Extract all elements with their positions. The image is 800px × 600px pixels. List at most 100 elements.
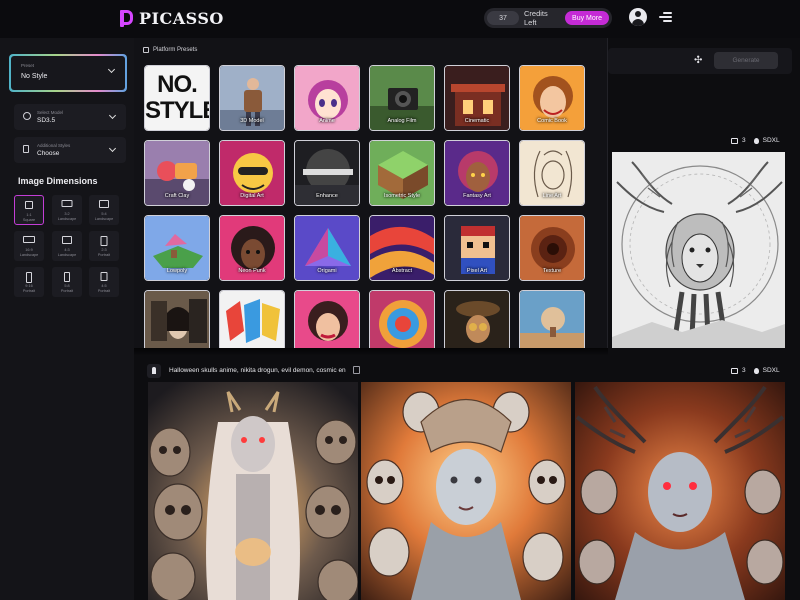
preset-label: Texture bbox=[542, 268, 562, 274]
dimension-name: Portrait bbox=[22, 289, 36, 293]
logo-mark-icon bbox=[120, 10, 134, 27]
dimension-name: Landscape bbox=[57, 217, 77, 221]
generated-image-2[interactable] bbox=[361, 382, 571, 600]
dimension-ratio: 4:3 bbox=[64, 248, 70, 252]
preset-label: 3D Model bbox=[240, 118, 264, 124]
dimension-ratio: 4:5 bbox=[101, 284, 107, 288]
aspect-ratio-icon bbox=[100, 236, 108, 246]
preset-caption: Preset bbox=[21, 63, 35, 68]
dimension-name: Portrait bbox=[97, 253, 111, 257]
aspect-ratio-icon bbox=[61, 200, 73, 207]
preset-label: Lowpoly bbox=[166, 268, 188, 274]
preset-tile-origami[interactable]: Origami bbox=[294, 215, 360, 281]
preset-tile-craft-clay[interactable]: Craft Clay bbox=[144, 140, 210, 206]
dimension-option-4[interactable]: 16:9 Landscape bbox=[14, 231, 44, 261]
styles-caption: Additional Styles bbox=[37, 143, 71, 148]
generate-bar: ✣ Generate bbox=[608, 48, 792, 74]
preset-tile-digital-art[interactable]: Digital Art bbox=[219, 140, 285, 206]
credits-pill: 37 Credits Left Buy More bbox=[484, 8, 612, 28]
model-value: SD3.5 bbox=[37, 117, 56, 124]
generated-image-1[interactable] bbox=[148, 382, 358, 600]
image-dimensions-title: Image Dimensions bbox=[18, 176, 98, 186]
preset-tile-texture[interactable]: Texture bbox=[519, 215, 585, 281]
preset-tile-3d-model[interactable]: 3D Model bbox=[219, 65, 285, 131]
dimension-ratio: 3:2 bbox=[64, 212, 70, 216]
preset-tile-pop-art[interactable] bbox=[294, 290, 360, 348]
preset-label: Abstract bbox=[391, 268, 413, 274]
preset-tile-analog-film[interactable]: Analog Film bbox=[369, 65, 435, 131]
preset-tile-comic-book[interactable]: Comic Book bbox=[519, 65, 585, 131]
aspect-ratio-icon bbox=[99, 200, 109, 208]
generated-image-3[interactable] bbox=[575, 382, 785, 600]
images-icon bbox=[731, 367, 738, 374]
top-bar: PICASSO 37 Credits Left Buy More bbox=[0, 0, 800, 38]
panel-shadow bbox=[134, 348, 608, 356]
dimension-name: Landscape bbox=[57, 253, 77, 257]
dimension-option-8[interactable]: 5:8 Portrait bbox=[52, 267, 82, 297]
preset-tile-kaleidoscope[interactable] bbox=[369, 290, 435, 348]
preset-label: Line Art bbox=[542, 193, 562, 199]
dimension-option-3[interactable]: 5:4 Landscape bbox=[89, 195, 119, 225]
chevron-down-icon bbox=[108, 144, 117, 153]
preset-label: Craft Clay bbox=[164, 193, 190, 199]
preset-label: Origami bbox=[317, 268, 337, 274]
preset-tile-neon-punk[interactable]: Neon Punk bbox=[219, 215, 285, 281]
preset-tile-isometric-style[interactable]: Isometric Style bbox=[369, 140, 435, 206]
credits-label: Credits Left bbox=[524, 9, 548, 27]
sparkle-icon[interactable]: ✣ bbox=[694, 56, 704, 66]
preset-tile-pixel-art[interactable]: Pixel Art bbox=[444, 215, 510, 281]
images-icon bbox=[731, 137, 738, 144]
preset-dropdown[interactable]: Preset No Style bbox=[9, 54, 127, 92]
dimension-name: Landscape bbox=[19, 253, 39, 257]
dimension-ratio: 1:1 bbox=[26, 213, 32, 217]
preset-tile-enhance[interactable]: Enhance bbox=[294, 140, 360, 206]
preset-tile-lowpoly[interactable]: Lowpoly bbox=[144, 215, 210, 281]
model-dropdown[interactable]: Select Model SD3.5 bbox=[14, 104, 126, 130]
preset-tile-surreal[interactable] bbox=[519, 290, 585, 348]
preset-tile-graffiti[interactable] bbox=[219, 290, 285, 348]
dimension-option-6[interactable]: 2:3 Portrait bbox=[89, 231, 119, 261]
app-name: PICASSO bbox=[139, 9, 224, 28]
preset-label: Isometric Style bbox=[383, 193, 421, 199]
dimension-ratio: 16:9 bbox=[25, 248, 33, 252]
preset-tile-cinematic[interactable]: Cinematic bbox=[444, 65, 510, 131]
generation-model-name: SDXL bbox=[762, 367, 780, 374]
preset-label: Fantasy Art bbox=[463, 193, 491, 199]
dimension-option-9[interactable]: 4:5 Portrait bbox=[89, 267, 119, 297]
model-icon bbox=[753, 367, 759, 374]
generate-button[interactable]: Generate bbox=[714, 52, 778, 69]
dimension-option-2[interactable]: 3:2 Landscape bbox=[52, 195, 82, 225]
user-avatar-icon[interactable] bbox=[629, 8, 647, 26]
preset-label: Enhance bbox=[316, 193, 338, 199]
hamburger-menu-icon[interactable] bbox=[659, 12, 672, 22]
buy-more-button[interactable]: Buy More bbox=[565, 11, 609, 25]
preset-tile-anime[interactable]: Anime bbox=[294, 65, 360, 131]
model-icon bbox=[23, 112, 31, 120]
dimension-name: Square bbox=[22, 218, 36, 222]
preset-tile-no-style[interactable]: NO. STYLE bbox=[144, 65, 210, 131]
aspect-ratio-icon bbox=[26, 272, 32, 283]
preset-tile-abstract[interactable]: Abstract bbox=[369, 215, 435, 281]
dimension-name: Portrait bbox=[97, 289, 111, 293]
chevron-down-icon bbox=[108, 111, 117, 120]
preset-tile-line-art[interactable]: Line Art bbox=[519, 140, 585, 206]
copy-icon[interactable] bbox=[353, 366, 360, 374]
lion-image-count: 3 bbox=[742, 137, 746, 144]
preset-tile-steampunk[interactable] bbox=[444, 290, 510, 348]
palette-icon bbox=[143, 47, 149, 53]
dimension-option-7[interactable]: 9:16 Portrait bbox=[14, 267, 44, 297]
dimension-name: Portrait bbox=[60, 289, 74, 293]
preset-tile-fantasy-art[interactable]: Fantasy Art bbox=[444, 140, 510, 206]
generated-image-lion[interactable] bbox=[612, 152, 785, 348]
dimension-option-5[interactable]: 4:3 Landscape bbox=[52, 231, 82, 261]
dimension-option-1[interactable]: 1:1 Square bbox=[14, 195, 44, 225]
preset-label: Cinematic bbox=[464, 118, 490, 124]
preset-tile-photographic[interactable] bbox=[144, 290, 210, 348]
preset-label: Anime bbox=[319, 118, 335, 124]
pin-icon[interactable] bbox=[147, 364, 161, 378]
app-logo[interactable]: PICASSO bbox=[120, 9, 224, 28]
preset-thumbnail bbox=[145, 291, 209, 348]
styles-dropdown[interactable]: Additional Styles Choose bbox=[14, 137, 126, 163]
preset-label: Neon Punk bbox=[238, 268, 266, 274]
preset-label: Digital Art bbox=[240, 193, 264, 199]
